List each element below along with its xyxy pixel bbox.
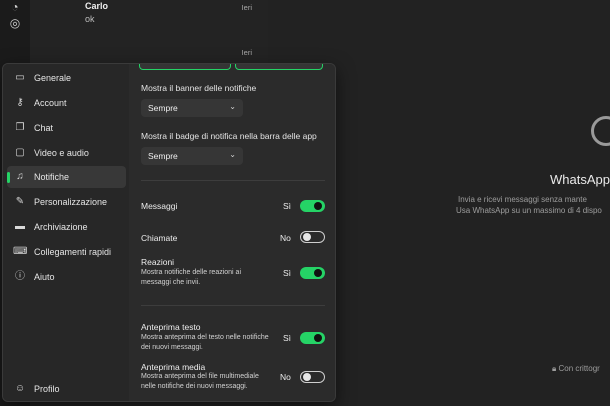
nav-item-label: Account: [34, 98, 67, 108]
chat-list-item[interactable]: Carlo ok Ieri: [30, 0, 268, 30]
messages-toggle[interactable]: [300, 200, 325, 212]
nav-item-collegamenti-rapidi[interactable]: ⌨ Collegamenti rapidi: [7, 241, 126, 263]
nav-item-chat[interactable]: ❐ Chat: [7, 117, 126, 139]
notifications-content: Mostra il banner delle notifiche Sempre …: [129, 64, 335, 401]
nav-item-notifiche[interactable]: ♫ Notifiche: [7, 166, 126, 188]
text-preview-description: Mostra anteprima del testo nelle notific…: [141, 334, 269, 351]
toggle-knob: [314, 334, 322, 342]
media-preview-toggle[interactable]: [300, 371, 325, 383]
media-preview-description: Mostra anteprima del file multimediale n…: [141, 373, 259, 390]
banner-label: Mostra il banner delle notifiche: [141, 83, 257, 93]
keyboard-icon: ⌨: [13, 246, 28, 257]
chat-icon: ❐: [15, 122, 25, 133]
settings-icon[interactable]: ◎: [8, 16, 22, 30]
calls-title: Chiamate: [141, 233, 178, 243]
badge-select[interactable]: Sempre ⌄: [141, 147, 243, 165]
key-icon: ⚷: [16, 97, 24, 108]
reactions-description: Mostra notifiche delle reazioni ai messa…: [141, 269, 241, 286]
nav-item-personalizzazione[interactable]: ✎ Personalizzazione: [7, 191, 126, 213]
chevron-down-icon: ⌄: [229, 150, 236, 159]
settings-panel: ▭ Generale ⚷ Account ❐ Chat ▢ Video e au…: [2, 63, 336, 402]
empty-state-line1: Invia e ricevi messaggi senza mante: [458, 195, 587, 204]
action-button[interactable]: [235, 64, 323, 70]
divider: [141, 180, 325, 181]
nav-item-label: Chat: [34, 123, 54, 133]
toggle-knob: [303, 373, 311, 381]
empty-state-line2: Usa WhatsApp su un massimo di 4 dispo: [456, 206, 602, 215]
nav-item-profilo[interactable]: ☺ Profilo: [7, 378, 126, 400]
status-icon[interactable]: ◔: [8, 0, 22, 14]
nav-item-label: Video e audio: [34, 148, 89, 158]
settings-nav: ▭ Generale ⚷ Account ❐ Chat ▢ Video e au…: [3, 64, 129, 401]
text-preview-state: Sì: [283, 333, 292, 343]
divider: [141, 305, 325, 306]
reactions-state: Sì: [283, 268, 292, 278]
whatsapp-logo-icon: [591, 116, 610, 146]
chat-time: Ieri: [241, 3, 252, 12]
video-icon: ▢: [15, 147, 25, 158]
brush-icon: ✎: [15, 196, 25, 207]
active-indicator: [7, 172, 10, 183]
reactions-title: Reazioni: [141, 257, 175, 267]
chat-name: Carlo: [85, 1, 109, 11]
action-button[interactable]: [139, 64, 231, 70]
toggle-knob: [303, 233, 311, 241]
nav-item-label: Generale: [34, 73, 72, 83]
badge-label: Mostra il badge di notifica nella barra …: [141, 131, 317, 141]
banner-select[interactable]: Sempre ⌄: [141, 99, 243, 117]
info-icon: ⓘ: [15, 271, 25, 282]
nav-item-video-audio[interactable]: ▢ Video e audio: [7, 142, 126, 164]
chevron-down-icon: ⌄: [229, 102, 236, 111]
banner-select-value: Sempre: [148, 103, 178, 113]
laptop-icon: ▭: [15, 72, 25, 83]
profile-icon: ☺: [14, 383, 26, 394]
encryption-note: 🔒︎ Con crittogr: [552, 364, 600, 374]
nav-item-aiuto[interactable]: ⓘ Aiuto: [7, 266, 126, 288]
nav-item-account[interactable]: ⚷ Account: [7, 92, 126, 114]
nav-item-label: Archiviazione: [34, 222, 88, 232]
nav-item-label: Profilo: [34, 384, 60, 394]
reactions-toggle[interactable]: [300, 267, 325, 279]
text-preview-title: Anteprima testo: [141, 322, 201, 332]
nav-item-label: Collegamenti rapidi: [34, 247, 112, 257]
chat-time: Ieri: [241, 48, 252, 57]
nav-item-label: Notifiche: [34, 172, 70, 182]
messages-state: Sì: [283, 201, 292, 211]
messages-title: Messaggi: [141, 201, 178, 211]
calls-toggle[interactable]: [300, 231, 325, 243]
text-preview-toggle[interactable]: [300, 332, 325, 344]
calls-state: No: [280, 233, 291, 243]
toggle-knob: [314, 202, 322, 210]
nav-item-generale[interactable]: ▭ Generale: [7, 67, 126, 89]
nav-item-archiviazione[interactable]: ▬ Archiviazione: [7, 216, 126, 238]
nav-item-label: Aiuto: [34, 272, 55, 282]
media-preview-title: Anteprima media: [141, 362, 206, 372]
media-preview-state: No: [280, 372, 291, 382]
badge-select-value: Sempre: [148, 151, 178, 161]
nav-item-label: Personalizzazione: [34, 197, 108, 207]
encryption-text: Con crittogr: [558, 364, 600, 373]
chat-last-message: ok: [85, 14, 95, 24]
empty-state-title: WhatsApp p: [550, 172, 610, 187]
bell-icon: ♫: [16, 171, 24, 182]
toggle-knob: [314, 269, 322, 277]
storage-icon: ▬: [15, 221, 25, 232]
